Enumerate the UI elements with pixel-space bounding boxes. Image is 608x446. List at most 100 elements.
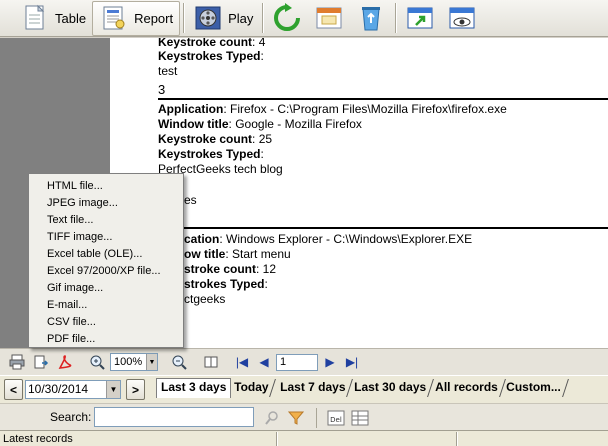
chevron-left-icon: < [9,382,17,397]
prev-page-icon: ◀ [259,355,269,369]
play-label: Play [228,10,254,26]
window-arrow-icon [405,3,435,33]
chevron-right-icon: > [131,382,139,397]
previous-day-button[interactable]: < [4,379,23,400]
export-menu-item-html[interactable]: HTML file... [29,178,183,195]
first-page-icon: |◀ [235,355,249,369]
status-text: Latest records [3,433,73,445]
print-button[interactable] [6,351,28,373]
columns-icon [351,410,369,426]
print-icon [9,354,25,370]
delete-button[interactable]: Del [326,408,346,428]
status-bar: Latest records [0,430,608,446]
next-page-icon: ▶ [325,355,335,369]
status-panel [276,432,456,446]
recycle-bin-icon [356,3,386,33]
pdf-export-button[interactable] [54,351,76,373]
zoom-value: 100% [114,356,143,368]
page-setup-button[interactable] [200,351,222,373]
zoom-out-icon [172,355,187,370]
export-icon [34,355,49,369]
search-input[interactable] [94,407,254,427]
refresh-button[interactable] [266,1,308,36]
first-page-button[interactable]: |◀ [232,355,252,369]
toolbar-separator [183,3,185,33]
export-menu: HTML file... JPEG image... Text file... … [28,173,184,348]
columns-button[interactable] [350,408,370,428]
entry-keystrokes-typed-label: strokes Typed: [184,277,268,291]
book-icon [204,356,218,368]
zoom-out-button[interactable] [168,351,190,373]
recycle-bin-button[interactable] [350,1,392,36]
prev-page-button[interactable]: ◀ [254,355,274,369]
search-label: Search: [50,410,92,424]
last-page-button[interactable]: ▶| [342,355,362,369]
page-number-input[interactable]: 1 [276,353,318,371]
entry-typed-text: ctgeeks [184,292,226,306]
status-panel [456,432,608,446]
tab-last-7-days[interactable]: Last 7 days [273,379,354,397]
preview-toolbar: 100% ▼ |◀ ◀ 1 ▶ ▶| [0,348,608,375]
entry-keystroke-count: stroke count: 12 [184,262,277,276]
entry-keystrokes-typed-label: Keystrokes Typed: [158,147,264,161]
date-picker[interactable]: 10/30/2014 ▼ [25,380,121,399]
entry-application: cation: Windows Explorer - C:\Windows\Ex… [184,232,473,246]
tab-all-records[interactable]: All records [428,379,506,397]
entry-index: 3 [158,82,166,97]
export-menu-item-email[interactable]: E-mail... [29,297,183,314]
filter-button[interactable] [286,408,306,428]
report-view-button[interactable]: Report [92,0,181,36]
entry-keystrokes-typed-label: Keystrokes Typed: [158,49,264,63]
zoom-in-button[interactable] [86,351,108,373]
table-view-button[interactable]: Table [14,1,92,36]
chevron-down-icon[interactable]: ▼ [106,381,120,398]
entry-typed-text: es [184,193,197,207]
search-icon [265,411,278,425]
export-menu-item-jpeg[interactable]: JPEG image... [29,195,183,212]
table-view-label: Table [55,10,87,26]
search-button[interactable] [262,408,282,428]
calendar-window-icon [314,3,344,33]
toolbar-separator [395,3,397,33]
last-page-icon: ▶| [345,355,359,369]
entry-window-title: Window title: Google - Mozilla Firefox [158,117,362,131]
entry-keystroke-count: Keystroke count: 25 [158,132,273,146]
toolbar-separator [262,3,264,33]
search-bar: Search: Del [0,403,608,430]
export-menu-item-tiff[interactable]: TIFF image... [29,229,183,246]
export-menu-item-text[interactable]: Text file... [29,212,183,229]
main-toolbar: Table Report Play [0,0,608,37]
zoom-select[interactable]: 100% ▼ [110,353,158,371]
report-page: Keystroke count: 4 Keystrokes Typed: tes… [110,38,608,348]
window-arrow-button[interactable] [399,1,441,36]
eye-window-button[interactable] [441,1,483,36]
chevron-down-icon[interactable]: ▼ [146,354,157,370]
entry-window-title: ow title: Start menu [184,247,291,261]
export-menu-item-excel-ole[interactable]: Excel table (OLE)... [29,246,183,263]
filter-icon [288,411,304,425]
export-menu-item-gif[interactable]: Gif image... [29,280,183,297]
export-menu-item-pdf[interactable]: PDF file... [29,331,183,348]
tab-last-3-days[interactable]: Last 3 days [156,378,232,398]
search-separator [316,408,317,428]
report-icon [99,3,129,33]
export-menu-item-csv[interactable]: CSV file... [29,314,183,331]
tab-today[interactable]: Today [227,379,277,397]
table-icon [20,3,50,33]
zoom-in-icon [90,355,105,370]
date-filter-bar: < 10/30/2014 ▼ > Last 3 days Today Last … [0,375,608,403]
export-menu-item-excel-xp[interactable]: Excel 97/2000/XP file... [29,263,183,280]
play-button[interactable]: Play [187,1,259,36]
svg-text:Del: Del [330,416,342,424]
tab-custom[interactable]: Custom... [499,379,569,397]
next-day-button[interactable]: > [126,379,145,400]
calendar-window-button[interactable] [308,1,350,36]
eye-window-icon [447,3,477,33]
next-page-button[interactable]: ▶ [320,355,340,369]
delete-icon: Del [327,410,345,426]
entry-divider [158,98,608,100]
report-view-label: Report [134,10,174,26]
export-button[interactable] [30,351,52,373]
pdf-icon [58,355,72,369]
tab-last-30-days[interactable]: Last 30 days [347,379,434,397]
